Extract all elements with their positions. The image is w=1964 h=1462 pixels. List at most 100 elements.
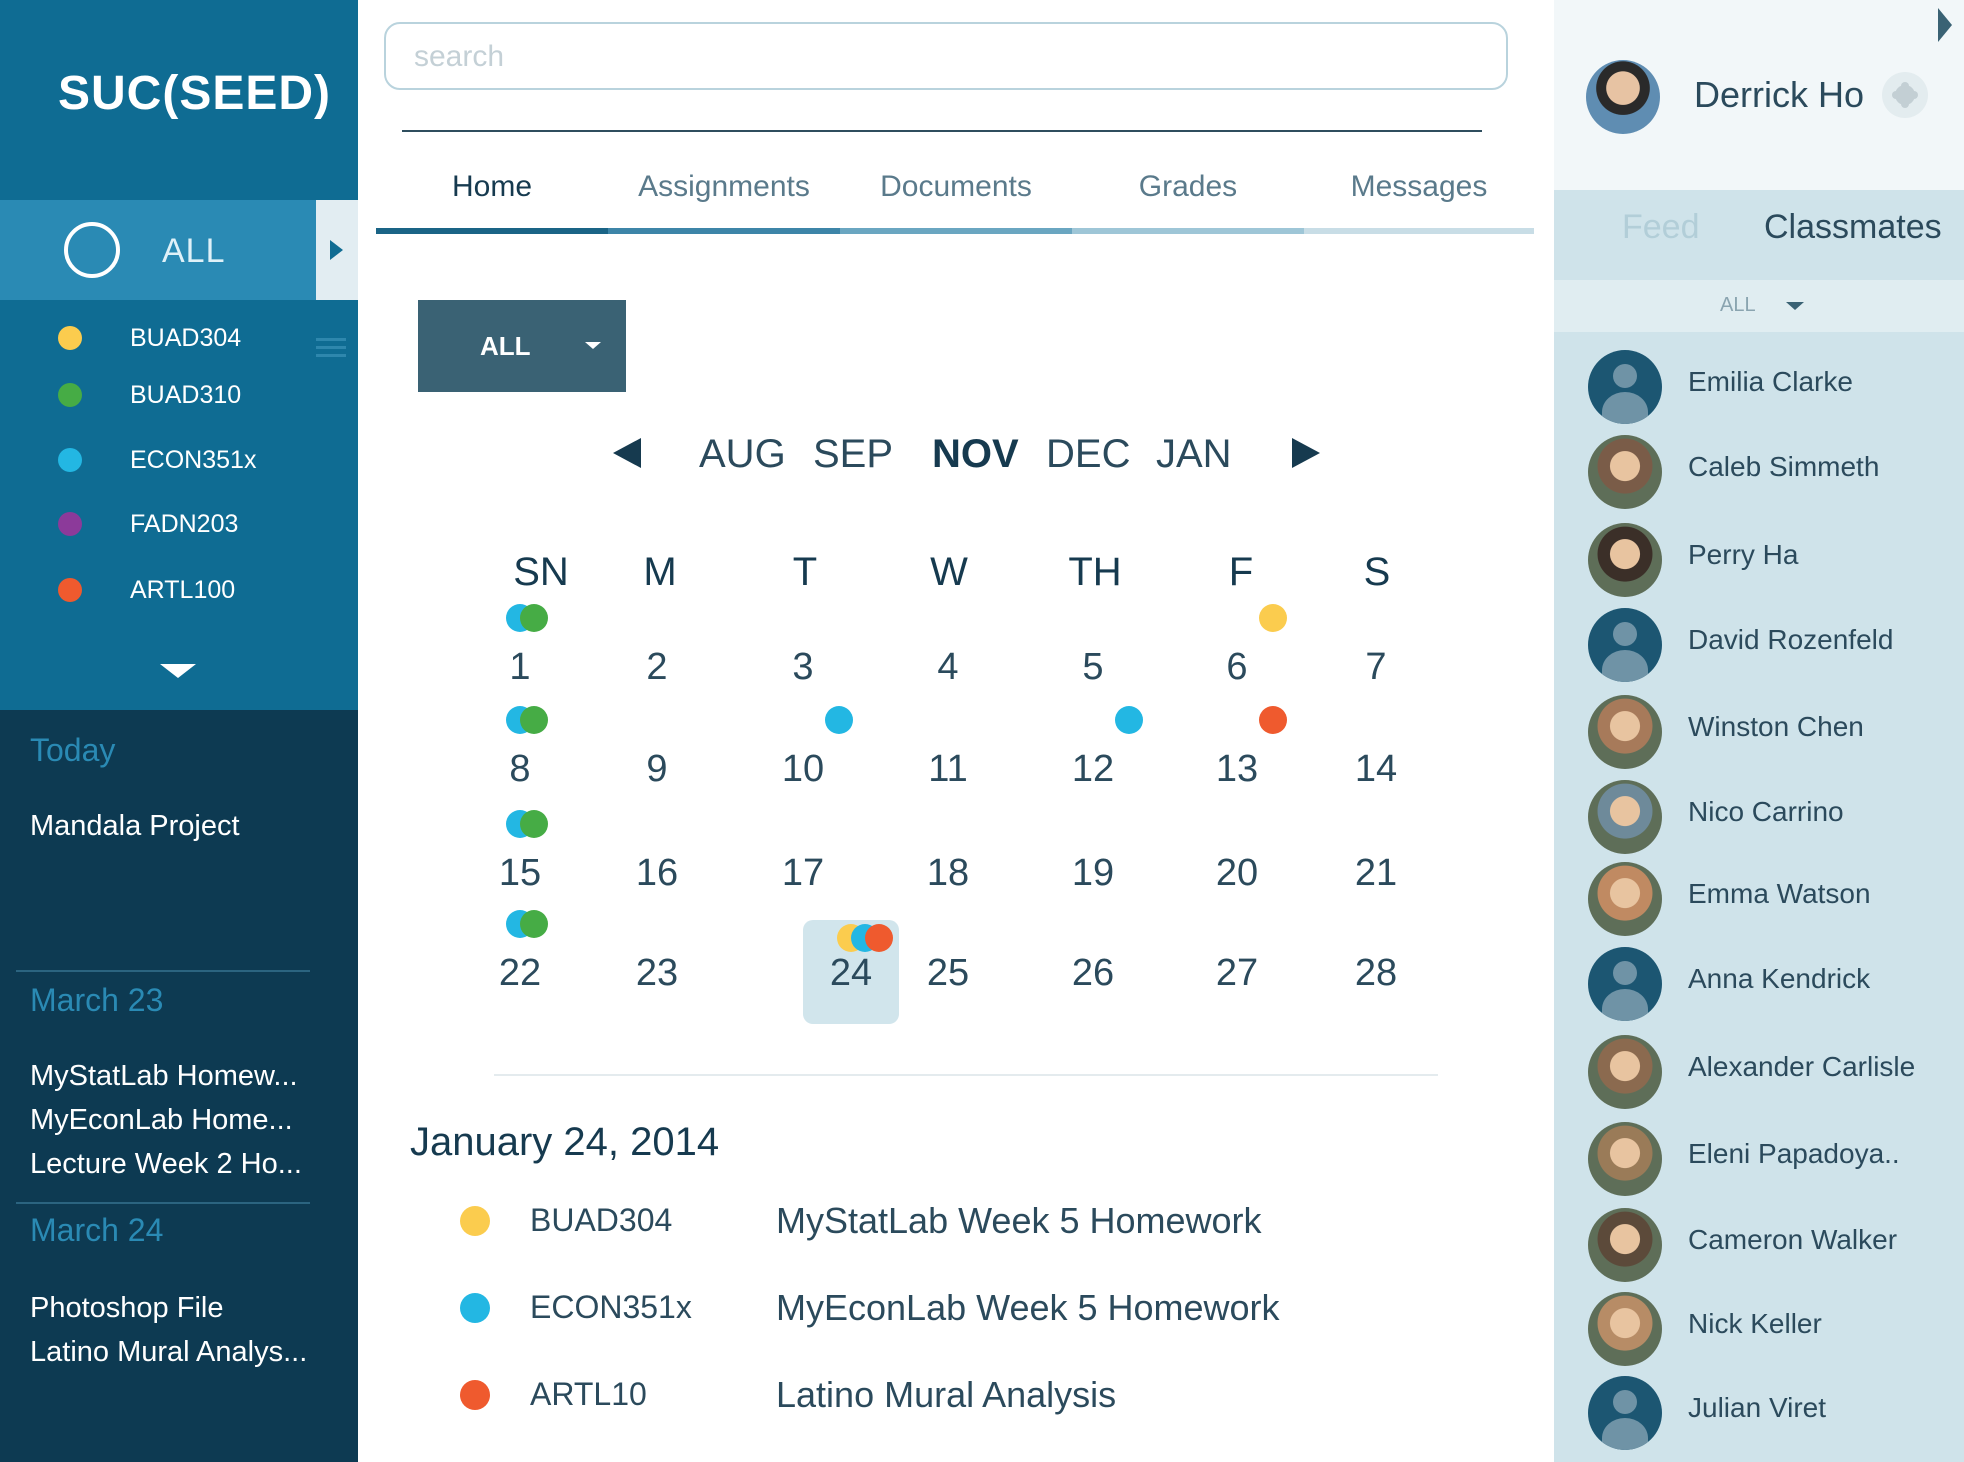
classmate-item[interactable]: Nick Keller [1554, 1282, 1964, 1366]
agenda-item[interactable]: MyStatLab Homew... [30, 1060, 298, 1093]
right-tabs: Feed Classmates [1554, 190, 1964, 280]
avatar[interactable] [1586, 60, 1660, 134]
classmate-item[interactable]: Julian Viret [1554, 1366, 1964, 1450]
calendar-day[interactable]: 27 [1189, 934, 1285, 1014]
expand-courses-button[interactable] [316, 200, 358, 300]
course-item-buad304[interactable]: BUAD304 [0, 318, 300, 358]
classmate-item[interactable]: Eleni Papadoya.. [1554, 1112, 1964, 1196]
month-jan[interactable]: JAN [1156, 432, 1232, 477]
calendar-day[interactable]: 25 [900, 934, 996, 1014]
header-divider [402, 130, 1482, 132]
classmate-item[interactable]: Caleb Simmeth [1554, 425, 1964, 509]
classmate-item[interactable]: Emilia Clarke [1554, 340, 1964, 424]
agenda-item[interactable]: Photoshop File [30, 1292, 223, 1325]
course-color-dot [58, 383, 82, 407]
agenda-item[interactable]: Mandala Project [30, 810, 240, 843]
course-item-econ351x[interactable]: ECON351x [0, 440, 300, 480]
circle-icon [64, 222, 120, 278]
day-number: 2 [646, 646, 668, 688]
tab-documents[interactable]: Documents [840, 160, 1072, 234]
calendar-day[interactable]: 6 [1189, 604, 1287, 708]
previous-month-icon[interactable] [613, 438, 641, 468]
calendar-day[interactable]: 20 [1189, 834, 1285, 914]
classmates-filter-dropdown[interactable]: ALL [1554, 280, 1964, 332]
course-item-fadn203[interactable]: FADN203 [0, 504, 300, 544]
calendar-day[interactable]: 22 [472, 910, 568, 1014]
event-row[interactable]: ARTL10 Latino Mural Analysis [358, 1364, 1554, 1424]
caret-down-icon [1786, 302, 1804, 310]
search-box[interactable] [384, 22, 1508, 90]
calendar-day[interactable]: 26 [1045, 934, 1141, 1014]
calendar-day[interactable]: 17 [755, 834, 851, 914]
event-row[interactable]: ECON351x MyEconLab Week 5 Homework [358, 1277, 1554, 1337]
classmate-item[interactable]: Winston Chen [1554, 685, 1964, 769]
calendar-day[interactable]: 3 [755, 628, 851, 708]
course-filter-dropdown[interactable]: ALL [418, 300, 626, 392]
classmate-item[interactable]: Cameron Walker [1554, 1198, 1964, 1282]
calendar-day[interactable]: 24 [803, 920, 899, 1024]
day-number: 3 [792, 646, 814, 688]
calendar-day[interactable]: 8 [472, 706, 568, 810]
calendar-day[interactable]: 21 [1328, 834, 1424, 914]
calendar-day[interactable]: 16 [609, 834, 705, 914]
classmate-item[interactable]: Alexander Carlisle [1554, 1025, 1964, 1109]
tab-grades[interactable]: Grades [1072, 160, 1304, 234]
calendar-day[interactable]: 28 [1328, 934, 1424, 1014]
tab-feed[interactable]: Feed [1622, 208, 1700, 247]
tab-classmates[interactable]: Classmates [1764, 208, 1942, 247]
calendar-day[interactable]: 13 [1189, 706, 1287, 810]
classmate-item[interactable]: Perry Ha [1554, 513, 1964, 597]
avatar [1588, 695, 1662, 769]
classmates-filter-value: ALL [1720, 294, 1756, 316]
course-label: BUAD310 [130, 381, 242, 409]
classmate-name: Emma Watson [1688, 878, 1871, 909]
main-tabs: Home Assignments Documents Grades Messag… [376, 160, 1534, 234]
month-dec[interactable]: DEC [1046, 432, 1130, 477]
next-month-icon[interactable] [1292, 438, 1320, 468]
month-aug[interactable]: AUG [699, 432, 786, 477]
weekday-label: S [1363, 550, 1391, 594]
day-number: 16 [635, 852, 679, 894]
agenda-item[interactable]: Latino Mural Analys... [30, 1336, 307, 1369]
calendar-day[interactable]: 23 [609, 934, 705, 1014]
calendar-day[interactable]: 9 [609, 730, 705, 810]
calendar-day[interactable]: 11 [900, 730, 996, 810]
classmate-item[interactable]: Emma Watson [1554, 852, 1964, 936]
calendar-day[interactable]: 10 [755, 706, 853, 810]
gear-icon[interactable] [1882, 72, 1928, 118]
avatar [1588, 780, 1662, 854]
search-input[interactable] [414, 40, 1414, 74]
collapse-panel-icon[interactable] [1938, 8, 1952, 42]
agenda-item[interactable]: Lecture Week 2 Ho... [30, 1148, 302, 1181]
calendar-day[interactable]: 2 [609, 628, 705, 708]
chevron-down-icon[interactable] [160, 664, 196, 678]
calendar-day[interactable]: 14 [1328, 730, 1424, 810]
course-item-artl100[interactable]: ARTL100 [0, 570, 300, 610]
agenda-divider [16, 970, 310, 972]
calendar-day[interactable]: 7 [1328, 628, 1424, 708]
calendar-day[interactable]: 19 [1045, 834, 1141, 914]
classmate-item[interactable]: Anna Kendrick [1554, 937, 1964, 1021]
tab-messages[interactable]: Messages [1304, 160, 1534, 234]
calendar-day[interactable]: 1 [472, 604, 568, 708]
calendar-day[interactable]: 5 [1045, 628, 1141, 708]
calendar-day[interactable]: 12 [1045, 706, 1143, 810]
classmate-item[interactable]: Nico Carrino [1554, 770, 1964, 854]
month-sep[interactable]: SEP [813, 432, 893, 477]
app-logo[interactable]: SUC(SEED) [58, 66, 331, 121]
classmate-item[interactable]: David Rozenfeld [1554, 598, 1964, 682]
course-item-buad310[interactable]: BUAD310 [0, 375, 300, 415]
calendar-day[interactable]: 4 [900, 628, 996, 708]
month-nov[interactable]: NOV [932, 432, 1019, 477]
agenda-item[interactable]: MyEconLab Home... [30, 1104, 293, 1137]
calendar-day[interactable]: 15 [472, 810, 568, 914]
event-row[interactable]: BUAD304 MyStatLab Week 5 Homework [358, 1190, 1554, 1250]
tab-assignments[interactable]: Assignments [608, 160, 840, 234]
event-indicator-dot [520, 810, 548, 838]
user-name[interactable]: Derrick Ho [1694, 74, 1864, 116]
filter-all-courses[interactable]: ALL [0, 200, 358, 300]
calendar-day[interactable]: 18 [900, 834, 996, 914]
tab-home[interactable]: Home [376, 160, 608, 234]
menu-icon[interactable] [316, 338, 346, 360]
day-number: 9 [646, 748, 668, 790]
